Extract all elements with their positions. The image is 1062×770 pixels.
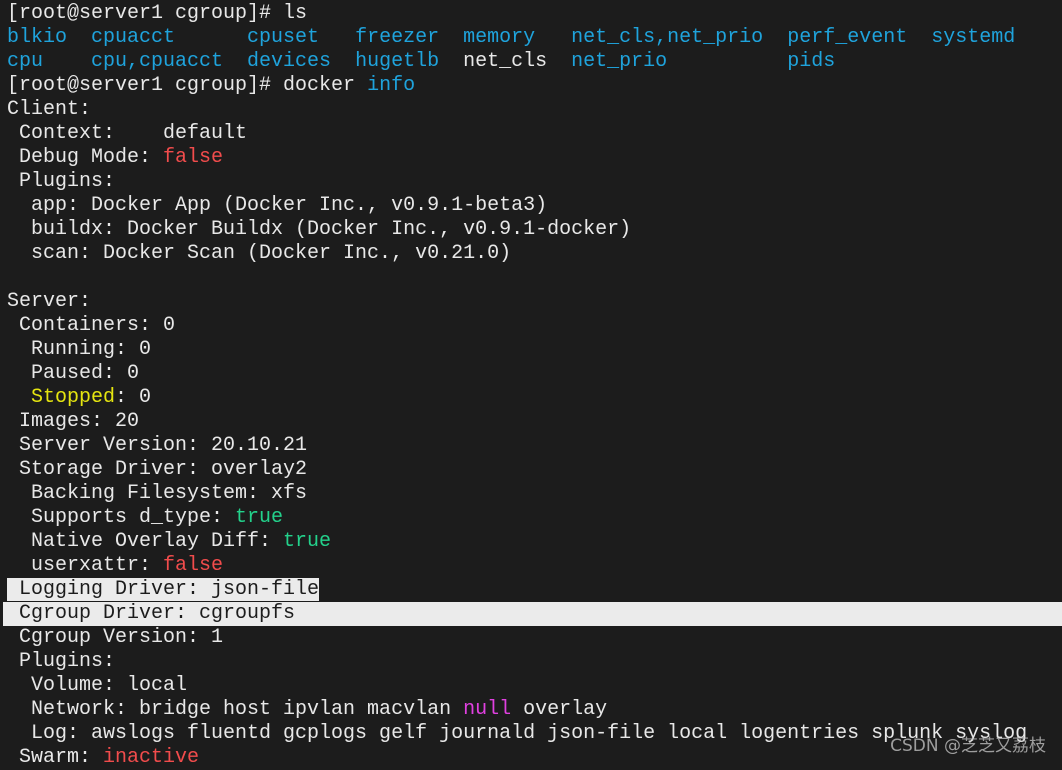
terminal-text: Log: awslogs fluentd gcplogs gelf journa… [7,722,1028,745]
terminal-text: Cgroup Version: 1 [7,626,224,649]
terminal-line: [root@server1 cgroup]# docker info [7,74,1027,98]
terminal-text: Containers: 0 [7,314,176,337]
terminal-text: inactive [103,746,200,769]
terminal-text: userxattr: [7,554,164,577]
terminal-text: Backing Filesystem: xfs [7,482,308,505]
terminal-text: net_cls,net_prio [571,26,788,49]
terminal-text: false [163,554,224,577]
terminal-text: Context: default [7,122,248,145]
terminal-text: true [283,530,332,553]
terminal-line: Images: 20 [7,410,1027,434]
selected-text: Logging Driver: json-file [7,578,320,601]
terminal-line: Cgroup Version: 1 [7,626,1027,650]
terminal-text: info [367,74,416,97]
terminal-line: Running: 0 [7,338,1027,362]
terminal-text: Swarm: [7,746,104,769]
terminal-line: Volume: local [7,674,1027,698]
terminal-line: [root@server1 cgroup]# ls [7,2,1027,26]
terminal-text: Server Version: 20.10.21 [7,434,308,457]
terminal-text: Network: bridge host ipvlan macvlan [7,698,464,721]
terminal-line: Plugins: [7,170,1027,194]
terminal-line: Logging Driver: json-file [7,578,1027,602]
terminal-text: null [463,698,512,721]
terminal-text: buildx: Docker Buildx (Docker Inc., v0.9… [7,218,632,241]
terminal-line: app: Docker App (Docker Inc., v0.9.1-bet… [7,194,1027,218]
terminal-text: hugetlb [355,50,464,73]
terminal-text: Stopped [31,386,116,409]
terminal-text: : 0 [115,386,152,409]
terminal-text: Volume: local [7,674,188,697]
terminal-line: Plugins: [7,650,1027,674]
terminal-line: Debug Mode: false [7,146,1027,170]
terminal-line: Context: default [7,122,1027,146]
terminal-text: Paused: 0 [7,362,140,385]
terminal-text: pids [787,50,836,73]
terminal-text: Supports d_type: [7,506,236,529]
terminal-text: Storage Driver: overlay2 [7,458,308,481]
terminal-text: cpu,cpuacct [91,50,248,73]
terminal-text: scan: Docker Scan (Docker Inc., v0.21.0) [7,242,512,265]
terminal-text: cpuset [247,26,356,49]
terminal-line: Server: [7,290,1027,314]
terminal-text: Native Overlay Diff: [7,530,284,553]
terminal-line: Native Overlay Diff: true [7,530,1027,554]
terminal-line: Log: awslogs fluentd gcplogs gelf journa… [7,722,1027,746]
terminal-text: [root@server1 cgroup]# docker [7,74,368,97]
terminal-text: Debug Mode: [7,146,164,169]
terminal-line: Supports d_type: true [7,506,1027,530]
terminal-line: Server Version: 20.10.21 [7,434,1027,458]
terminal-text: net_cls [463,50,572,73]
terminal-text: devices [247,50,356,73]
terminal-text: Images: 20 [7,410,140,433]
terminal-line: Storage Driver: overlay2 [7,458,1027,482]
terminal-text: cpu [7,50,92,73]
terminal-line: blkio cpuacct cpuset freezer memory net_… [7,26,1027,50]
terminal-text: Client: [7,98,92,121]
terminal-text: Plugins: [7,650,116,673]
terminal-text: Running: 0 [7,338,152,361]
terminal-text: false [163,146,224,169]
terminal-text: freezer [355,26,464,49]
terminal-text: net_prio [571,50,788,73]
terminal-text: Server: [7,290,92,313]
watermark: CSDN @芝芝又荔枝 [890,736,1046,756]
terminal-line: Containers: 0 [7,314,1027,338]
terminal-line: Network: bridge host ipvlan macvlan null… [7,698,1027,722]
terminal-line: Swarm: inactive [7,746,1027,770]
terminal-line: Client: [7,98,1027,122]
terminal-text: [root@server1 cgroup]# ls [7,2,308,25]
terminal-line: Backing Filesystem: xfs [7,482,1027,506]
terminal-output[interactable]: [root@server1 cgroup]# ls blkio cpuacct c… [3,2,1062,770]
terminal-text: true [235,506,284,529]
terminal-line: userxattr: false [7,554,1027,578]
terminal-text: app: Docker App (Docker Inc., v0.9.1-bet… [7,194,548,217]
terminal-text: systemd [931,26,1016,49]
terminal-line: cpu cpu,cpuacct devices hugetlb net_cls … [7,50,1027,74]
terminal-line: Cgroup Driver: cgroupfs [3,602,1062,626]
selected-text: Cgroup Driver: cgroupfs [7,602,296,625]
terminal-line: buildx: Docker Buildx (Docker Inc., v0.9… [7,218,1027,242]
terminal-line: Stopped: 0 [7,386,1027,410]
terminal-line: Paused: 0 [7,362,1027,386]
terminal-text: perf_event [787,26,932,49]
terminal-text: cpuacct [91,26,248,49]
terminal-text: overlay [511,698,608,721]
terminal-line: scan: Docker Scan (Docker Inc., v0.21.0) [7,242,1027,266]
terminal-text: Plugins: [7,170,116,193]
terminal-text: blkio [7,26,92,49]
terminal-text: memory [463,26,572,49]
